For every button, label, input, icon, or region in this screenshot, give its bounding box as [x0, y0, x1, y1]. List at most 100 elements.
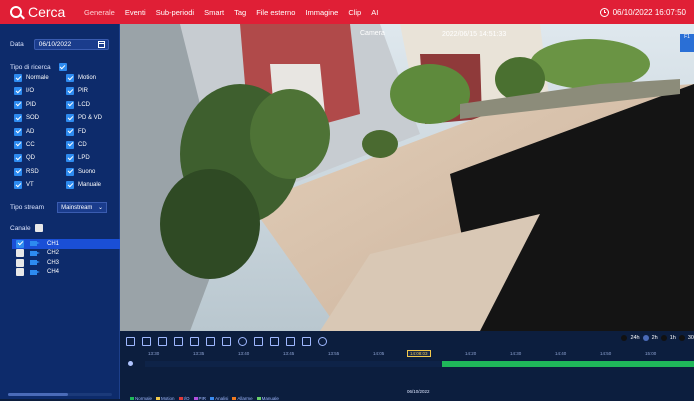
checkbox[interactable] — [66, 114, 74, 123]
checkbox[interactable] — [14, 87, 22, 96]
checkbox[interactable] — [14, 127, 22, 136]
checkbox[interactable] — [66, 154, 74, 163]
ai-icon[interactable] — [318, 336, 327, 346]
timeline-tick: 13:40 — [238, 351, 250, 356]
snapshot-icon[interactable] — [286, 336, 295, 346]
channel-item-ch2[interactable]: CH2 — [12, 249, 120, 259]
checkbox[interactable] — [66, 181, 74, 190]
camera-icon — [30, 250, 40, 256]
date-input[interactable]: 06/10/2022 — [33, 39, 109, 50]
type-label: Manuale — [78, 182, 102, 189]
menu-ai[interactable]: AI — [371, 8, 378, 17]
zoom-dot[interactable] — [678, 335, 685, 341]
checkbox[interactable] — [66, 100, 74, 109]
scrollbar-thumb[interactable] — [8, 393, 68, 396]
zoom-2h[interactable]: 2h — [652, 335, 658, 341]
stop-icon[interactable] — [206, 336, 215, 346]
timeline-tick: 14:40 — [555, 351, 567, 356]
checkbox[interactable] — [14, 154, 22, 163]
checkbox[interactable] — [66, 127, 74, 136]
type-cc[interactable]: CC — [14, 140, 66, 149]
menu-smart[interactable]: Smart — [204, 8, 224, 17]
type-rsd[interactable]: RSD — [14, 167, 66, 176]
checkbox[interactable] — [66, 74, 74, 82]
menu-tag[interactable]: Tag — [234, 8, 246, 17]
timeline-track[interactable] — [145, 361, 694, 367]
zoom-1h[interactable]: 1h — [670, 335, 676, 341]
checkbox[interactable] — [66, 167, 74, 176]
video-tag[interactable]: F1 — [680, 34, 694, 52]
type-io[interactable]: I/O — [14, 87, 66, 96]
menu-eventi[interactable]: Eventi — [125, 8, 146, 17]
type-label: I/O — [26, 88, 35, 95]
type-ad[interactable]: AD — [14, 127, 66, 136]
type-lpd[interactable]: LPD — [66, 154, 118, 163]
zoom-dot[interactable] — [621, 335, 628, 341]
date-row: Data 06/10/2022 — [10, 39, 109, 50]
menu-sub-periodi[interactable]: Sub-periodi — [156, 8, 194, 17]
zoom-dot[interactable] — [642, 335, 649, 341]
sidebar-scrollbar[interactable] — [8, 393, 112, 396]
zoom-30[interactable]: 30 — [688, 335, 694, 341]
checkbox[interactable] — [14, 167, 22, 176]
stream-value: Mainstream — [61, 204, 93, 211]
calendar-icon[interactable] — [97, 41, 105, 48]
rewind-icon[interactable] — [142, 336, 151, 346]
fast-forward-icon[interactable] — [222, 336, 231, 346]
app-logo: Cerca — [10, 4, 84, 20]
type-fd[interactable]: FD — [66, 127, 118, 136]
zoom-dot[interactable] — [660, 335, 667, 341]
type-normale[interactable]: Normale — [14, 74, 66, 82]
menu-clip[interactable]: Clip — [348, 8, 361, 17]
channel-item-ch4[interactable]: CH4 — [12, 268, 120, 278]
fullscreen-icon[interactable] — [126, 336, 135, 346]
checkbox[interactable] — [14, 114, 22, 123]
camera-name: Camera — [360, 30, 385, 37]
channel-item-ch1[interactable]: CH1 — [12, 239, 120, 249]
slow-forward-icon[interactable] — [158, 336, 167, 346]
type-motion[interactable]: Motion — [66, 74, 118, 82]
type-qd[interactable]: QD — [14, 154, 66, 163]
type-pid[interactable]: PID — [14, 100, 66, 109]
type-manuale[interactable]: Manuale — [66, 181, 118, 190]
zoom-24h[interactable]: 24h — [630, 335, 639, 341]
timeline-tick: 14:20 — [465, 351, 477, 356]
stream-label: Tipo stream — [10, 204, 45, 211]
zoom-icon[interactable] — [238, 336, 247, 346]
type-pir[interactable]: PIR — [66, 87, 118, 96]
checkbox[interactable] — [16, 268, 24, 277]
step-icon[interactable] — [190, 336, 199, 346]
type-suono[interactable]: Suono — [66, 167, 118, 176]
type-sod[interactable]: SOD — [14, 114, 66, 123]
timeline-labels: 13:30 13:35 13:40 13:45 13:55 14:05 14:0… — [120, 350, 694, 359]
checkbox[interactable] — [14, 181, 22, 190]
audio-icon[interactable] — [270, 336, 279, 346]
pause-icon[interactable] — [174, 336, 183, 346]
checkbox[interactable] — [66, 140, 74, 149]
checkbox[interactable] — [66, 87, 74, 96]
channel-all-checkbox[interactable] — [34, 224, 43, 232]
checkbox[interactable] — [16, 239, 24, 248]
checkbox[interactable] — [16, 258, 24, 267]
type-vt[interactable]: VT — [14, 181, 66, 190]
tag-icon[interactable] — [302, 336, 311, 346]
playback-timeline[interactable]: 13:30 13:35 13:40 13:45 13:55 14:05 14:0… — [120, 350, 694, 401]
type-pd-vd[interactable]: PD & VD — [66, 114, 118, 123]
search-type-all-checkbox[interactable] — [58, 63, 67, 71]
type-lcd[interactable]: LCD — [66, 100, 118, 109]
clock-text: 06/10/2022 16:07:50 — [612, 7, 686, 17]
checkbox[interactable] — [14, 140, 22, 149]
checkbox[interactable] — [14, 100, 22, 109]
type-cd[interactable]: CD — [66, 140, 118, 149]
stream-select[interactable]: Mainstream ⌄ — [57, 202, 108, 213]
checkbox[interactable] — [14, 74, 22, 82]
menu-file-esterno[interactable]: File esterno — [256, 8, 295, 17]
scissors-icon[interactable] — [254, 336, 263, 346]
date-label: Data — [10, 41, 24, 48]
channel-item-ch3[interactable]: CH3 — [12, 258, 120, 268]
type-label: CD — [78, 141, 87, 148]
menu-immagine[interactable]: Immagine — [305, 8, 338, 17]
checkbox[interactable] — [16, 249, 24, 258]
video-player[interactable]: Camera 2022/06/15 14:51:33 F1 — [120, 24, 694, 331]
menu-generale[interactable]: Generale — [84, 8, 115, 17]
